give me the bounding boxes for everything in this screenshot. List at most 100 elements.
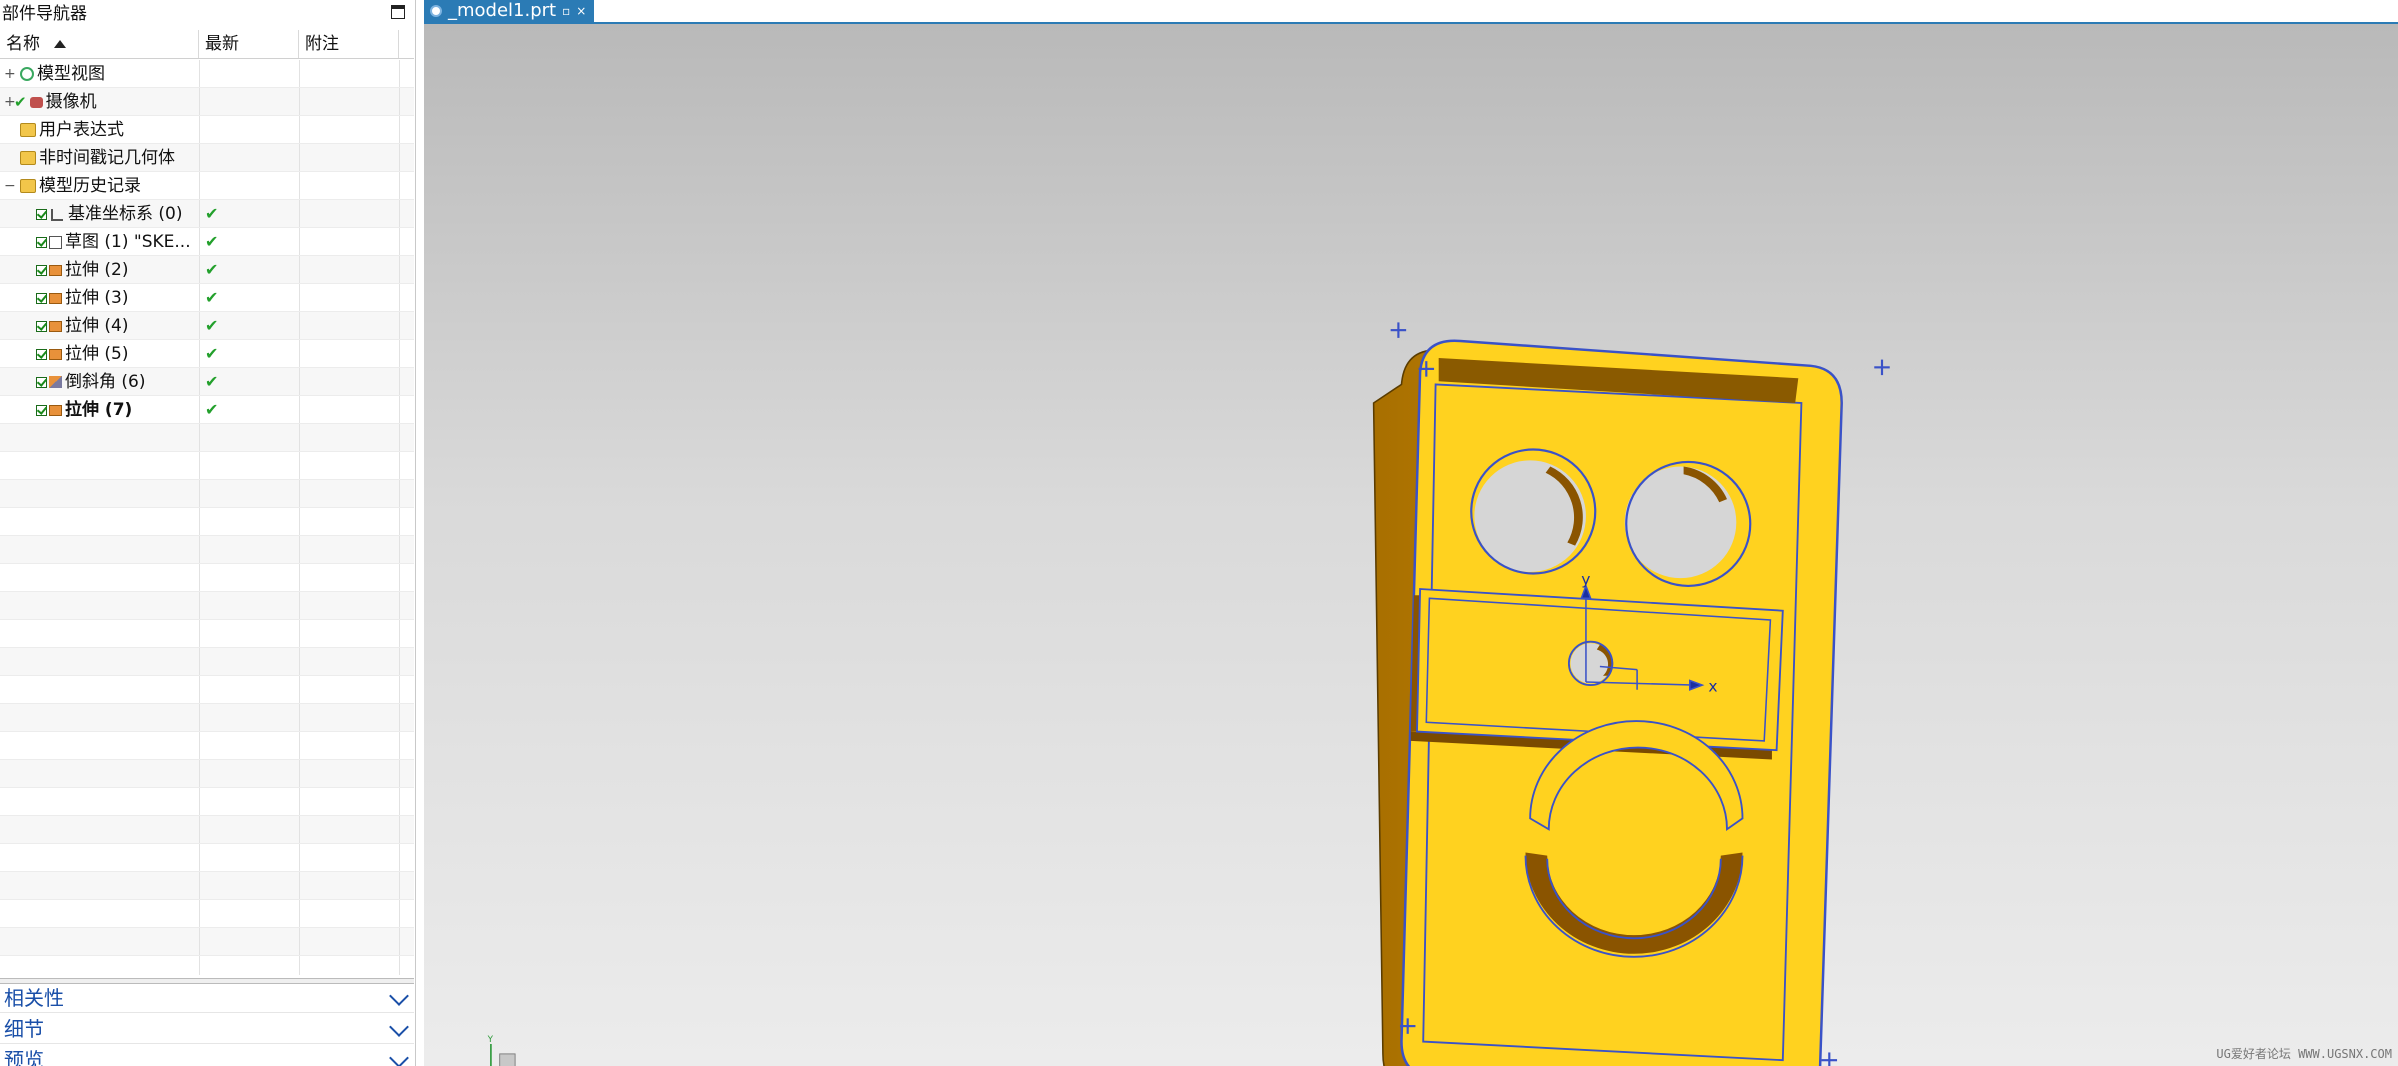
column-divider	[399, 788, 400, 815]
collapse-icon[interactable]: −	[4, 173, 16, 200]
column-divider	[199, 900, 200, 927]
column-divider	[299, 60, 300, 87]
model-canvas[interactable]: yx YX	[424, 24, 2398, 1066]
column-comment[interactable]: 附注	[299, 30, 399, 58]
tree-node-name[interactable]: + ✔ 摄像机	[2, 88, 97, 116]
empty-row	[0, 592, 414, 620]
chevron-down-icon[interactable]	[389, 1017, 409, 1037]
column-divider	[399, 872, 400, 899]
tree-node[interactable]: 非时间戳记几何体	[0, 144, 414, 172]
datum-csys-icon	[49, 207, 65, 221]
status-check-icon: ✔	[14, 92, 27, 111]
tree-node-name[interactable]: 拉伸 (2)	[36, 256, 128, 284]
tree-node-name[interactable]: 拉伸 (5)	[36, 340, 128, 368]
tree-node[interactable]: + ✔ 摄像机	[0, 88, 414, 116]
chevron-down-icon[interactable]	[389, 1048, 409, 1066]
tree-node-name[interactable]: 拉伸 (3)	[36, 284, 128, 312]
column-divider	[399, 312, 400, 339]
column-divider	[399, 844, 400, 871]
column-divider	[399, 704, 400, 731]
tree-node-name[interactable]: − 模型历史记录	[2, 172, 141, 200]
empty-row	[0, 732, 414, 760]
column-divider	[399, 144, 400, 171]
graphics-window[interactable]: yx YX UG爱好者论坛 WWW.UGSNX.COM	[424, 24, 2398, 1066]
column-divider	[299, 844, 300, 871]
tree-node-name[interactable]: 拉伸 (4)	[36, 312, 128, 340]
column-divider	[299, 284, 300, 311]
column-divider	[199, 760, 200, 787]
column-divider	[299, 424, 300, 451]
expand-icon[interactable]: +	[4, 61, 16, 88]
tree-node[interactable]: 拉伸 (4) ✔	[0, 312, 414, 340]
column-divider	[199, 256, 200, 283]
column-divider	[399, 648, 400, 675]
feature-checkbox[interactable]	[36, 404, 47, 416]
empty-row	[0, 956, 414, 975]
tree-node[interactable]: 基准坐标系 (0) ✔	[0, 200, 414, 228]
tree-node-label: 基准坐标系 (0)	[68, 203, 183, 224]
details-panel-header[interactable]: 细节	[0, 1014, 414, 1044]
tree-node[interactable]: − 模型历史记录	[0, 172, 414, 200]
tree-node[interactable]: 拉伸 (5) ✔	[0, 340, 414, 368]
column-divider	[299, 900, 300, 927]
tree-node-name[interactable]: 非时间戳记几何体	[2, 144, 175, 172]
expand-icon[interactable]: +	[4, 89, 16, 116]
folder-icon	[20, 151, 36, 165]
latest-check-icon: ✔	[205, 400, 219, 419]
empty-row	[0, 424, 414, 452]
column-divider	[299, 200, 300, 227]
empty-row	[0, 788, 414, 816]
tree-node-name[interactable]: 基准坐标系 (0)	[36, 200, 182, 228]
column-divider	[299, 564, 300, 591]
tree-node[interactable]: 草图 (1) "SKE... ✔	[0, 228, 414, 256]
tree-node-label: 拉伸 (5)	[65, 343, 129, 364]
feature-checkbox[interactable]	[36, 208, 47, 220]
chamfer-icon	[49, 376, 62, 388]
tree-node-label: 草图 (1) "SKE...	[65, 231, 191, 252]
dependencies-panel-header[interactable]: 相关性	[0, 983, 414, 1013]
feature-checkbox[interactable]	[36, 348, 47, 360]
column-divider	[299, 172, 300, 199]
column-divider	[199, 564, 200, 591]
close-icon[interactable]: ×	[576, 0, 586, 22]
column-latest[interactable]: 最新	[199, 30, 299, 58]
feature-checkbox[interactable]	[36, 320, 47, 332]
column-name[interactable]: 名称	[0, 30, 199, 58]
feature-checkbox[interactable]	[36, 376, 47, 388]
column-divider	[399, 116, 400, 143]
preview-panel-header[interactable]: 预览	[0, 1045, 414, 1066]
tab-label: _model1.prt	[448, 0, 557, 21]
chevron-down-icon[interactable]	[389, 986, 409, 1006]
tree-node[interactable]: 倒斜角 (6) ✔	[0, 368, 414, 396]
column-divider	[199, 704, 200, 731]
maximize-icon[interactable]	[391, 5, 405, 19]
feature-checkbox[interactable]	[36, 264, 47, 276]
tree-node-name[interactable]: 用户表达式	[2, 116, 124, 144]
column-divider	[299, 452, 300, 479]
restore-icon[interactable]: ▫	[562, 0, 570, 22]
feature-checkbox[interactable]	[36, 236, 47, 248]
empty-row	[0, 452, 414, 480]
tree-node-name[interactable]: 拉伸 (7)	[36, 396, 132, 424]
feature-checkbox[interactable]	[36, 292, 47, 304]
tree-node-name[interactable]: 草图 (1) "SKE...	[36, 228, 191, 256]
column-divider	[399, 396, 400, 423]
column-divider	[199, 368, 200, 395]
tree-node-label: 拉伸 (7)	[65, 399, 133, 420]
tree-node[interactable]: + 模型视图	[0, 60, 414, 88]
tree-node[interactable]: 拉伸 (7) ✔	[0, 396, 414, 424]
navigator-title: 部件导航器	[2, 4, 87, 24]
column-divider	[199, 844, 200, 871]
column-divider	[199, 60, 200, 87]
sketch-icon	[49, 235, 62, 249]
tree-node-label: 模型历史记录	[39, 175, 141, 196]
tree-node-name[interactable]: + 模型视图	[2, 60, 105, 88]
empty-row	[0, 760, 414, 788]
tree-node[interactable]: 拉伸 (2) ✔	[0, 256, 414, 284]
tree-node[interactable]: 拉伸 (3) ✔	[0, 284, 414, 312]
tab-model1[interactable]: _model1.prt ▫ ×	[424, 0, 595, 22]
tree-node[interactable]: 用户表达式	[0, 116, 414, 144]
column-name-label: 名称	[6, 34, 40, 54]
column-divider	[199, 872, 200, 899]
tree-node-name[interactable]: 倒斜角 (6)	[36, 368, 145, 396]
